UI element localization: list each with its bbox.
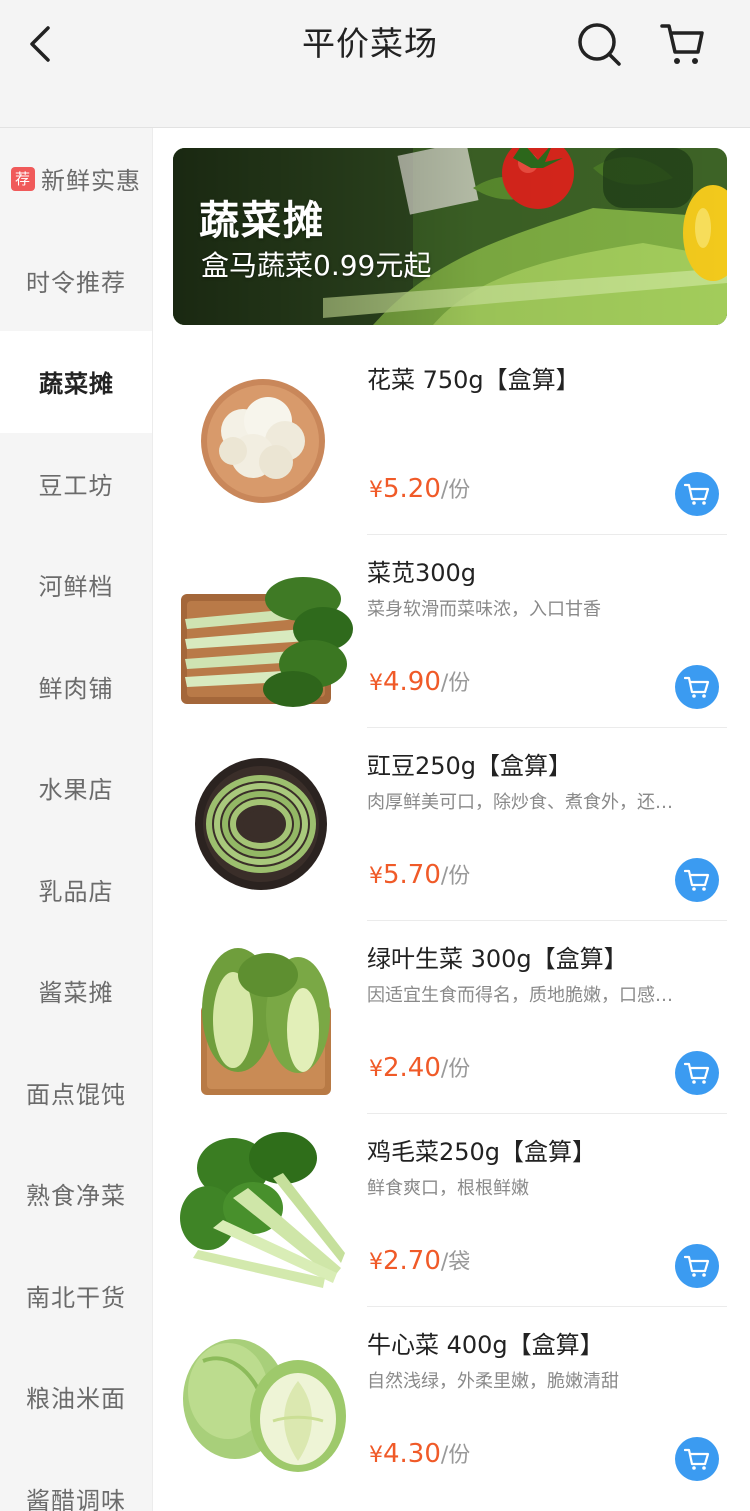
add-to-cart-button[interactable] [675, 1051, 719, 1095]
product-desc: 鲜食爽口，根根鲜嫩 [367, 1178, 529, 1199]
sidebar-item-river-seafood[interactable]: 河鲜档 [0, 534, 152, 636]
sidebar-item-condiments[interactable]: 酱醋调味 [0, 1448, 152, 1511]
product-desc: 因适宜生食而得名，质地脆嫩，口感… [367, 985, 673, 1006]
product-name: 鸡毛菜250g【盒算】 [367, 1138, 597, 1166]
add-to-cart-button[interactable] [675, 472, 719, 516]
category-sidebar: 荐 新鲜实惠 时令推荐 蔬菜摊 豆工坊 河鲜档 鲜肉铺 水果店 乳品店 酱菜摊 … [0, 128, 153, 1511]
product-name: 菜苋300g [367, 559, 477, 587]
cart-icon [684, 1062, 710, 1084]
recommend-badge: 荐 [11, 166, 35, 191]
banner-subtitle: 盒马蔬菜0.99元起 [201, 249, 432, 282]
product-name: 花菜 750g【盒算】 [367, 366, 580, 394]
product-desc: 自然浅绿，外柔里嫩，脆嫩清甜 [367, 1371, 619, 1392]
product-item[interactable]: 菜苋300g 菜身软滑而菜味浓，入口甘香 ¥4.90/份 [173, 535, 727, 728]
product-price: ¥2.70/袋 [369, 1246, 471, 1276]
product-item[interactable]: 花菜 750g【盒算】 ¥5.20/份 [173, 342, 727, 535]
sidebar-item-label: 新鲜实惠 [41, 167, 141, 196]
product-list-panel: 蔬菜摊 盒马蔬菜0.99元起 花菜 750g【盒算】 ¥5.20/份 菜苋300… [153, 128, 750, 1511]
product-item[interactable]: 鸡毛菜250g【盒算】 鲜食爽口，根根鲜嫩 ¥2.70/袋 [173, 1114, 727, 1307]
sidebar-item-label: 南北干货 [26, 1283, 126, 1312]
add-to-cart-button[interactable] [675, 1437, 719, 1481]
product-item[interactable]: 豇豆250g【盒算】 肉厚鲜美可口，除炒食、煮食外，还… ¥5.70/份 [173, 728, 727, 921]
sidebar-item-label: 蔬菜摊 [39, 370, 114, 399]
product-name: 绿叶生菜 300g【盒算】 [367, 945, 628, 973]
product-item[interactable]: 牛心菜 400g【盒算】 自然浅绿，外柔里嫩，脆嫩清甜 ¥4.30/份 [173, 1307, 727, 1500]
product-price: ¥2.40/份 [369, 1053, 471, 1083]
lettuce-image [201, 948, 331, 1095]
cauliflower-image [201, 379, 325, 503]
cart-icon [684, 1255, 710, 1277]
product-desc: 肉厚鲜美可口，除炒食、煮食外，还… [367, 792, 673, 813]
sidebar-item-label: 熟食净菜 [26, 1182, 126, 1211]
search-button[interactable] [573, 18, 625, 70]
sidebar-item-label: 粮油米面 [26, 1385, 126, 1414]
sidebar-item-label: 面点馄饨 [26, 1080, 126, 1109]
sidebar-item-label: 酱醋调味 [26, 1486, 126, 1511]
leafy-greens-image [181, 577, 353, 707]
product-price: ¥5.20/份 [369, 474, 471, 504]
product-price: ¥4.30/份 [369, 1439, 471, 1469]
banner-title: 蔬菜摊 [199, 198, 325, 244]
long-beans-image [195, 758, 327, 890]
sidebar-item-label: 时令推荐 [26, 268, 126, 297]
sidebar-item-fresh-deals[interactable]: 荐 新鲜实惠 [0, 128, 152, 230]
add-to-cart-button[interactable] [675, 1244, 719, 1288]
product-price: ¥4.90/份 [369, 667, 471, 697]
sidebar-item-label: 乳品店 [38, 877, 114, 906]
sidebar-item-label: 水果店 [38, 776, 114, 805]
sidebar-item-label: 豆工坊 [38, 471, 114, 500]
sidebar-item-vegetables[interactable]: 蔬菜摊 [0, 331, 152, 433]
sidebar-item-tofu[interactable]: 豆工坊 [0, 433, 152, 535]
cart-icon [684, 483, 710, 505]
cart-icon [684, 676, 710, 698]
page-title: 平价菜场 [302, 24, 438, 63]
search-icon [578, 23, 621, 66]
sidebar-item-dry-goods[interactable]: 南北干货 [0, 1245, 152, 1347]
cabbage-image [183, 1339, 346, 1472]
sidebar-item-pickles[interactable]: 酱菜摊 [0, 940, 152, 1042]
sidebar-item-dairy[interactable]: 乳品店 [0, 839, 152, 941]
sidebar-item-label: 酱菜摊 [38, 979, 114, 1008]
cart-button[interactable] [656, 18, 708, 70]
sidebar-item-deli[interactable]: 熟食净菜 [0, 1143, 152, 1245]
product-item[interactable]: 绿叶生菜 300g【盒算】 因适宜生食而得名，质地脆嫩，口感… ¥2.40/份 [173, 921, 727, 1114]
product-name: 牛心菜 400g【盒算】 [367, 1331, 604, 1359]
sidebar-item-label: 鲜肉铺 [38, 674, 114, 703]
sidebar-item-fruit[interactable]: 水果店 [0, 737, 152, 839]
product-desc: 菜身软滑而菜味浓，入口甘香 [367, 599, 601, 620]
baby-greens-image [180, 1132, 345, 1288]
sidebar-item-grain-oil[interactable]: 粮油米面 [0, 1346, 152, 1448]
add-to-cart-button[interactable] [675, 665, 719, 709]
nav-header: 平价菜场 [0, 0, 750, 128]
product-name: 豇豆250g【盒算】 [367, 752, 573, 780]
category-banner[interactable]: 蔬菜摊 盒马蔬菜0.99元起 [173, 148, 727, 325]
sidebar-item-label: 河鲜档 [38, 573, 114, 602]
add-to-cart-button[interactable] [675, 858, 719, 902]
sidebar-item-seasonal[interactable]: 时令推荐 [0, 230, 152, 332]
sidebar-item-meat[interactable]: 鲜肉铺 [0, 636, 152, 738]
sidebar-item-noodles-wontons[interactable]: 面点馄饨 [0, 1042, 152, 1144]
cart-icon [684, 869, 710, 891]
cart-icon [660, 24, 704, 64]
product-price: ¥5.70/份 [369, 860, 471, 890]
cart-icon [684, 1448, 710, 1470]
